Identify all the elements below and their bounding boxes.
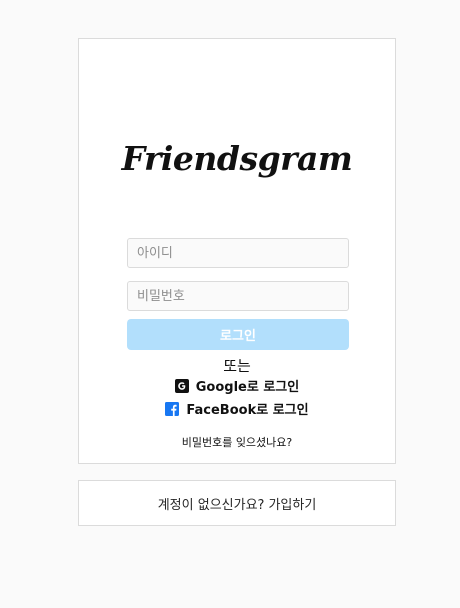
signup-prompt: 계정이 없으신가요?	[157, 497, 265, 513]
google-login-button[interactable]: Google로 로그인	[79, 376, 395, 395]
signup-card: 계정이 없으신가요? 가입하기	[78, 480, 396, 526]
facebook-login-label: FaceBook로 로그인	[186, 403, 309, 418]
password-input[interactable]	[127, 281, 349, 311]
google-icon	[174, 378, 189, 393]
login-card: Friendsgram 로그인 또는 Google로 로그인 FaceBook로…	[78, 38, 396, 464]
id-input[interactable]	[127, 238, 349, 268]
app-logo: Friendsgram	[121, 139, 353, 178]
google-login-label: Google로 로그인	[195, 380, 300, 395]
login-button[interactable]: 로그인	[127, 319, 349, 350]
facebook-icon	[165, 401, 180, 416]
facebook-login-button[interactable]: FaceBook로 로그인	[79, 399, 395, 418]
forgot-password-link[interactable]: 비밀번호를 잊으셨나요?	[79, 434, 395, 450]
or-divider-text: 또는	[223, 357, 251, 375]
signup-link[interactable]: 가입하기	[268, 494, 316, 513]
